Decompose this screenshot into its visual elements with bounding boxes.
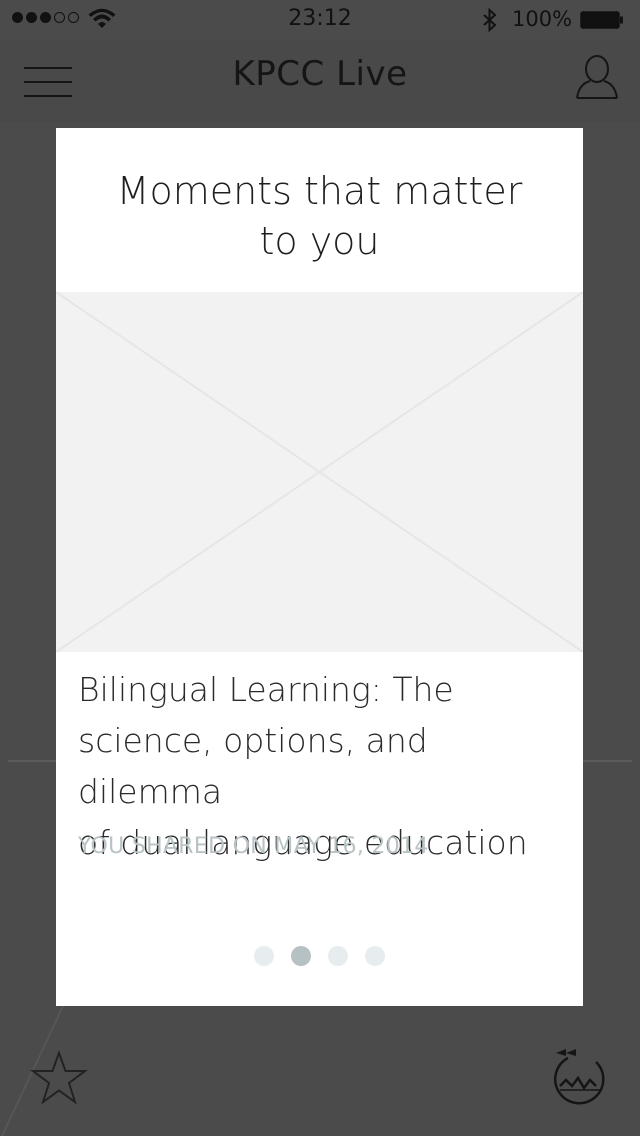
nav-bar: KPCC Live <box>0 40 640 122</box>
card-heading-line-1: Moments that matter <box>116 169 523 213</box>
battery-percentage: 100% <box>512 7 573 31</box>
story-image-placeholder[interactable] <box>56 292 583 652</box>
story-title-line-2: science, options, and dilemma <box>78 721 428 811</box>
bluetooth-icon <box>483 8 497 32</box>
moments-card: Moments that matter to you Bilingual Lea… <box>56 128 583 1006</box>
status-bar: 23:12 100% <box>0 0 640 40</box>
page-title: KPCC Live <box>232 54 408 94</box>
page-indicator[interactable] <box>56 946 583 966</box>
story-title-line-1: Bilingual Learning: The <box>78 670 454 709</box>
pager-dot[interactable] <box>291 946 311 966</box>
star-icon[interactable] <box>30 1050 88 1108</box>
card-heading-line-2: to you <box>259 219 380 263</box>
pager-dot[interactable] <box>365 946 385 966</box>
pager-dot[interactable] <box>254 946 274 966</box>
pager-dot[interactable] <box>328 946 348 966</box>
card-heading: Moments that matter to you <box>76 166 563 266</box>
battery-icon <box>580 11 623 29</box>
rewind-icon[interactable] <box>550 1046 610 1108</box>
story-shared-date: YOU SHARED ON MAY 16, 2014 <box>78 834 429 859</box>
image-placeholder-icon <box>56 292 583 652</box>
user-profile-icon[interactable] <box>574 54 620 100</box>
